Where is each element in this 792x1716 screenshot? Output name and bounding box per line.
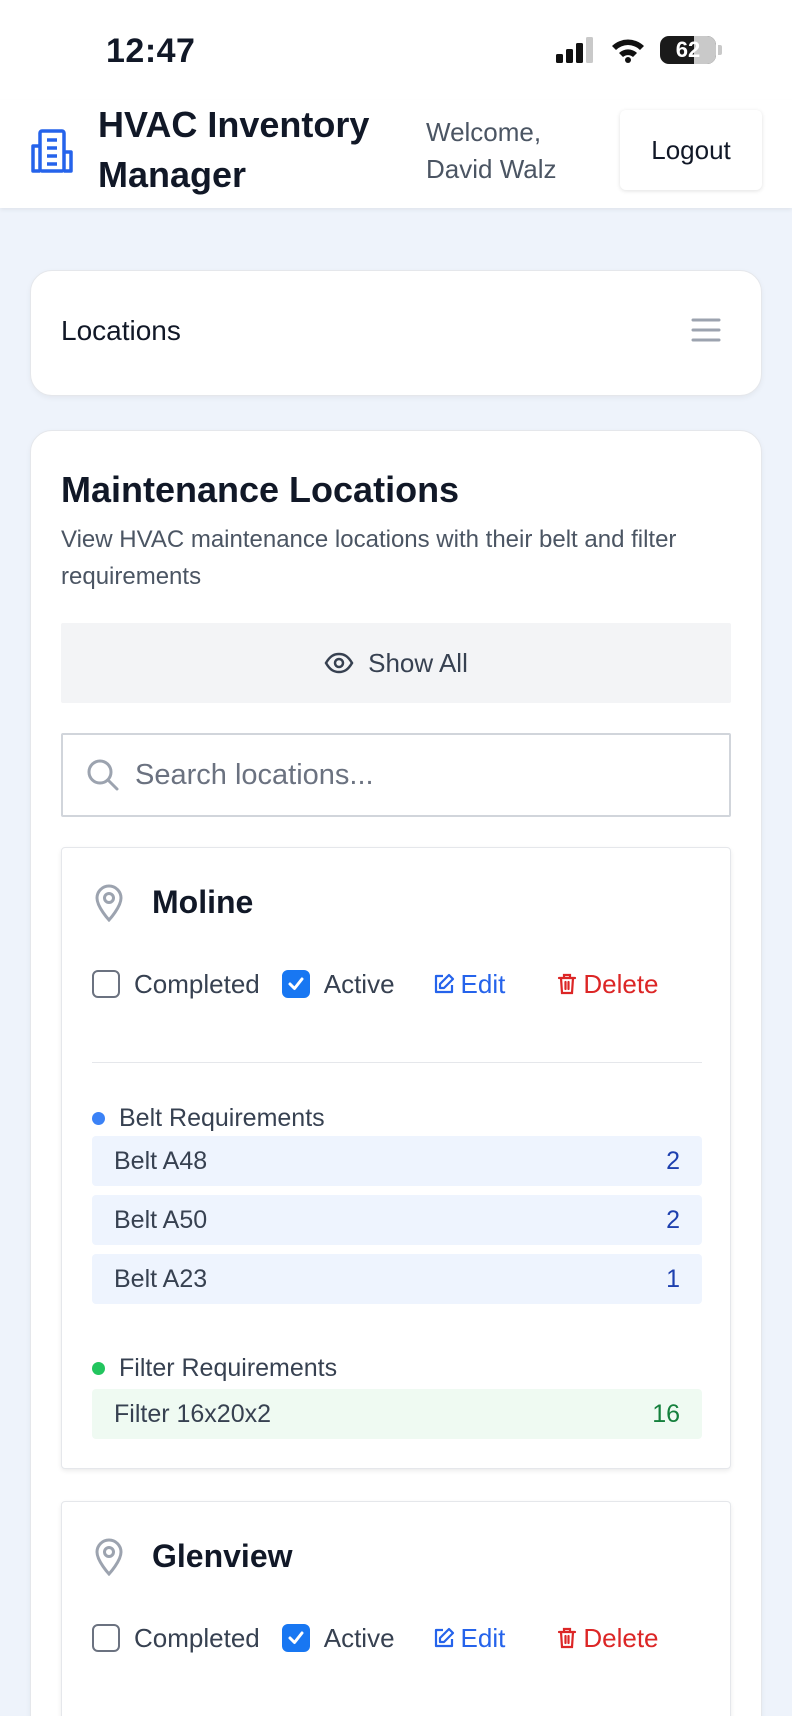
location-controls: Completed Active Edit Delete — [92, 1618, 659, 1658]
divider — [92, 1062, 702, 1063]
locations-nav-card: Locations — [30, 270, 762, 396]
edit-label: Edit — [460, 968, 506, 999]
delete-button[interactable]: Delete — [557, 968, 659, 1000]
delete-label: Delete — [583, 1622, 659, 1653]
active-toggle[interactable]: Active — [281, 1622, 395, 1654]
belt-qty: 1 — [666, 1264, 680, 1293]
completed-label: Completed — [134, 968, 260, 999]
search-icon — [87, 759, 119, 791]
status-bar: 12:47 62 — [0, 0, 792, 100]
active-label: Active — [323, 968, 395, 999]
belt-qty: 2 — [666, 1205, 680, 1234]
filter-row: Filter 16x20x2 16 — [92, 1389, 702, 1439]
active-label: Active — [323, 1622, 395, 1653]
location-card: Glenview Completed Active Edit Delete — [61, 1501, 731, 1716]
delete-button[interactable]: Delete — [557, 1622, 659, 1654]
section-description: View HVAC maintenance locations with the… — [61, 526, 677, 590]
check-icon — [288, 977, 304, 990]
belt-name: Belt A50 — [114, 1205, 208, 1234]
completed-checkbox[interactable] — [92, 970, 120, 998]
filter-name: Filter 16x20x2 — [114, 1399, 272, 1428]
signal-icon — [556, 37, 593, 63]
search-input[interactable] — [135, 745, 695, 805]
edit-button[interactable]: Edit — [433, 968, 506, 1000]
belt-row: Belt A50 2 — [92, 1195, 702, 1245]
edit-icon — [434, 973, 454, 994]
search-box — [61, 733, 731, 817]
location-name: Moline — [152, 884, 254, 920]
map-pin-icon — [95, 884, 123, 922]
show-all-label: Show All — [368, 647, 468, 678]
trash-icon — [558, 1627, 577, 1649]
filter-qty: 16 — [652, 1399, 680, 1428]
filter-requirements-label: Filter Requirements — [119, 1354, 338, 1382]
belt-dot-icon — [92, 1112, 105, 1125]
completed-label: Completed — [134, 1622, 260, 1653]
building-icon — [31, 129, 73, 173]
belt-row: Belt A23 1 — [92, 1254, 702, 1304]
hamburger-menu-icon[interactable] — [691, 317, 721, 343]
belt-name: Belt A48 — [114, 1146, 208, 1175]
delete-label: Delete — [583, 968, 659, 999]
edit-button[interactable]: Edit — [433, 1622, 506, 1654]
location-card: Moline Completed Active Edit Delete Belt… — [61, 847, 731, 1469]
battery-icon: 62 — [660, 36, 716, 64]
belt-requirements-heading: Belt Requirements — [92, 1104, 325, 1133]
filter-dot-icon — [92, 1362, 105, 1375]
map-pin-icon — [95, 1538, 123, 1576]
active-checkbox[interactable] — [281, 1624, 310, 1652]
completed-toggle[interactable]: Completed — [92, 969, 260, 1000]
trash-icon — [558, 973, 577, 995]
nav-title: Locations — [61, 315, 181, 346]
completed-checkbox[interactable] — [92, 1624, 120, 1652]
battery-level: 62 — [675, 37, 701, 62]
section-title: Maintenance Locations — [61, 469, 460, 510]
check-icon — [288, 1631, 304, 1644]
belt-row: Belt A48 2 — [92, 1136, 702, 1186]
status-time: 12:47 — [106, 32, 196, 70]
active-checkbox[interactable] — [281, 970, 310, 998]
belt-requirements-label: Belt Requirements — [119, 1104, 325, 1132]
app-title: HVAC Inventory Manager — [98, 104, 370, 195]
edit-label: Edit — [460, 1622, 506, 1653]
belt-qty: 2 — [666, 1146, 680, 1175]
belt-name: Belt A23 — [114, 1264, 208, 1293]
filter-requirements-heading: Filter Requirements — [92, 1354, 337, 1383]
location-name: Glenview — [152, 1538, 293, 1574]
app-header: HVAC Inventory Manager Welcome, David Wa… — [0, 100, 792, 208]
eye-icon — [324, 652, 354, 674]
maintenance-locations-card: Maintenance Locations View HVAC maintena… — [30, 430, 762, 1716]
completed-toggle[interactable]: Completed — [92, 1623, 260, 1654]
active-toggle[interactable]: Active — [281, 968, 395, 1000]
show-all-button[interactable]: Show All — [61, 623, 731, 703]
edit-icon — [434, 1627, 454, 1648]
wifi-icon — [612, 39, 644, 63]
welcome-text: Welcome, David Walz — [426, 117, 557, 184]
status-icons: 62 — [556, 36, 722, 64]
logout-button[interactable]: Logout — [620, 110, 762, 190]
location-controls: Completed Active Edit Delete — [92, 964, 659, 1004]
